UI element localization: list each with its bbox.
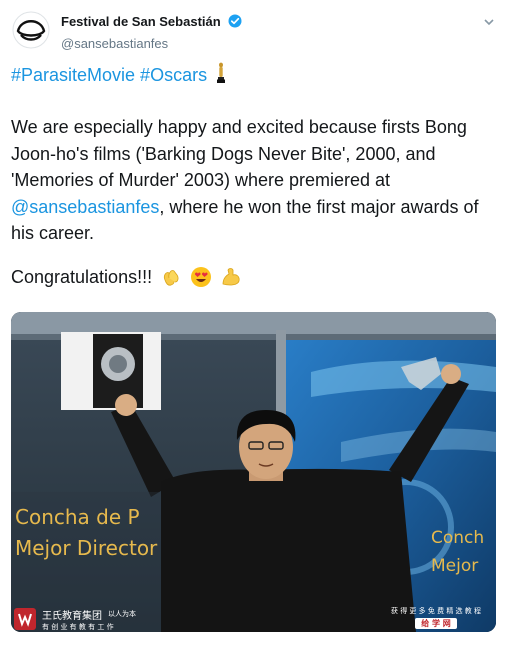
watermark-left: 王氏教育集团 以人为本 有 创 业 有 教 有 工 作 [14,607,136,631]
sign-director-text: Mejor Director [15,536,158,560]
award-ceremony-photo: Concha de P Mejor Director Conch Mejor [11,312,496,632]
tweet-card: Festival de San Sebastián @sansebastianf… [0,0,508,647]
chevron-down-icon[interactable] [482,14,496,32]
watermark-right: 获 得 更 多 免 费 精 选 教 程 给 学 网 [376,606,496,629]
handle[interactable]: @sansebastianfes [61,36,242,51]
trophy-icon [216,62,226,89]
sign-right-mejor: Mejor [431,556,478,576]
shell-logo-icon [12,11,50,49]
hashtag-links[interactable]: #ParasiteMovie #Oscars [11,65,207,85]
congrats-text: Congratulations!!! [11,267,153,287]
verified-badge-icon [228,14,242,33]
display-name[interactable]: Festival de San Sebastián [61,14,221,29]
watermark-sub-text: 有 创 业 有 教 有 工 作 [42,622,114,631]
account-names: Festival de San Sebastián @sansebastianf… [61,13,242,51]
wm-logo-icon [14,608,36,630]
tweet-text-part1: We are especially happy and excited beca… [11,117,467,190]
watermark-main-text: 王氏教育集团 [42,610,102,622]
hashtags: #ParasiteMovie #Oscars [11,62,226,89]
tweet-photo[interactable]: Concha de P Mejor Director Conch Mejor [11,312,496,632]
sign-concha-text: Concha de P [15,505,140,529]
watermark-badge: 给 学 网 [415,618,457,629]
congrats-line: Congratulations!!! [11,266,242,293]
watermark-right-text: 获 得 更 多 免 费 精 选 教 程 [390,607,482,615]
heart-eyes-icon [190,266,212,293]
tweet-text: We are especially happy and excited beca… [11,114,499,247]
clapping-hands-icon [160,266,182,293]
avatar[interactable] [12,11,50,49]
tweet-header: Festival de San Sebastián @sansebastianf… [10,8,500,51]
watermark-tag-text: 以人为本 [108,610,136,618]
sign-right-concha: Conch [431,528,484,548]
flexed-biceps-icon [220,266,242,293]
mention-link[interactable]: @sansebastianfes [11,197,159,217]
